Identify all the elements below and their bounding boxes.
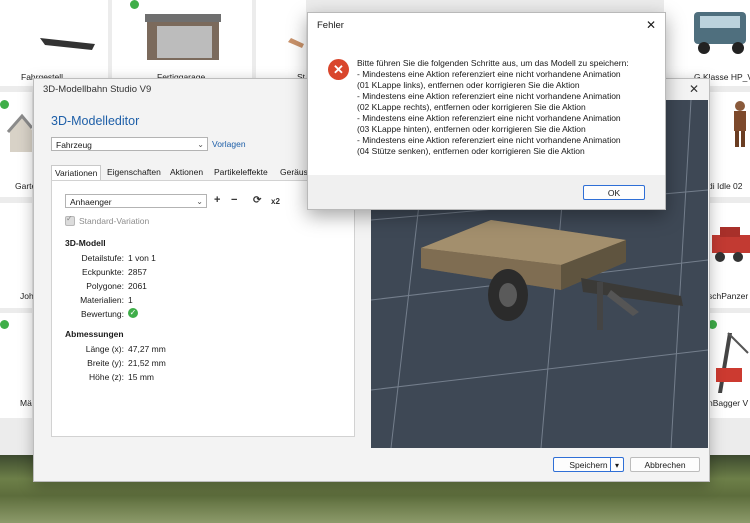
trailer-model <box>421 220 683 330</box>
catalog-label: nBagger V <box>708 398 749 408</box>
installed-indicator-icon <box>0 100 9 109</box>
field-value: 1 von 1 <box>128 253 156 263</box>
close-icon[interactable]: ✕ <box>689 82 699 96</box>
editor-window-title: 3D-Modellbahn Studio V9 <box>43 84 152 95</box>
close-icon[interactable]: ✕ <box>646 18 656 32</box>
dimensions-section-heading: Abmessungen <box>65 329 124 339</box>
dialog-title: Fehler <box>317 20 344 31</box>
variation-select[interactable]: Anhaenger ⌄ <box>65 194 207 208</box>
cancel-button[interactable]: Abbrechen <box>630 457 700 472</box>
field-label: Bewertung: <box>81 309 124 319</box>
message-line: - Mindestens eine Aktion referenziert ei… <box>357 135 621 145</box>
field-label: Länge (x): <box>85 344 124 354</box>
field-label: Eckpunkte: <box>81 267 124 277</box>
catalog-label: di Idle 02 <box>708 181 743 191</box>
message-line: (02 KLappe rechts), entfernen oder korri… <box>357 102 586 112</box>
save-button[interactable]: Speichern ▾ <box>553 457 624 472</box>
chevron-down-icon: ⌄ <box>196 197 203 206</box>
vorlagen-link[interactable]: Vorlagen <box>212 139 246 149</box>
chevron-down-icon[interactable]: ▾ <box>610 458 623 471</box>
tab-variationen[interactable]: Variationen <box>51 165 102 181</box>
category-select-value: Fahrzeug <box>56 140 92 150</box>
field-value: 1 <box>128 295 133 305</box>
field-label: Materialien: <box>80 295 124 305</box>
catalog-label: schPanzer <box>708 291 749 301</box>
remove-variation-button[interactable]: − <box>231 194 237 206</box>
field-label: Polygone: <box>86 281 124 291</box>
installed-indicator-icon <box>130 0 139 9</box>
standard-variation-checkbox[interactable] <box>65 214 75 226</box>
field-value: 15 mm <box>128 372 154 382</box>
page-title: 3D-Modelleditor <box>51 114 140 128</box>
message-line: - Mindestens eine Aktion referenziert ei… <box>357 91 621 101</box>
variationen-tab-content: Anhaenger ⌄ + − ⟳ x2 Standard-Variation … <box>51 180 355 437</box>
error-icon: ✕ <box>328 59 349 80</box>
rating-ok-icon: ✓ <box>128 308 138 318</box>
field-value: 47,27 mm <box>128 344 166 354</box>
field-value: 2857 <box>128 267 147 277</box>
message-line: (04 Stütze senken), entfernen oder korri… <box>357 146 585 156</box>
standard-variation-label: Standard-Variation <box>79 216 150 226</box>
field-value: 2061 <box>128 281 147 291</box>
catalog-label: Mä <box>20 398 32 408</box>
message-line: Bitte führen Sie die folgenden Schritte … <box>357 58 629 68</box>
catalog-label: Joh <box>20 291 34 301</box>
editor-footer: Speichern ▾ Abbrechen <box>34 448 709 481</box>
tab-geraeusche[interactable]: Geräus <box>277 165 311 180</box>
refresh-icon[interactable]: ⟳ <box>253 195 261 206</box>
ok-button[interactable]: OK <box>583 185 645 200</box>
field-label: Breite (y): <box>87 358 124 368</box>
chevron-down-icon: ⌄ <box>197 140 204 149</box>
error-dialog: Fehler ✕ ✕ Bitte führen Sie die folgende… <box>307 12 666 210</box>
variation-select-value: Anhaenger <box>70 197 112 207</box>
model-section-heading: 3D-Modell <box>65 238 106 248</box>
add-variation-button[interactable]: + <box>214 194 220 206</box>
message-line: (03 KLappe hinten), entfernen oder korri… <box>357 124 586 134</box>
tab-aktionen[interactable]: Aktionen <box>167 165 206 180</box>
message-line: (01 KLappe links), entfernen oder korrig… <box>357 80 580 90</box>
tab-eigenschaften[interactable]: Eigenschaften <box>104 165 164 180</box>
save-button-label: Speichern <box>569 460 608 470</box>
message-line: - Mindestens eine Aktion referenziert ei… <box>357 69 621 79</box>
dialog-footer: OK <box>308 175 665 209</box>
field-value: 21,52 mm <box>128 358 166 368</box>
tab-partikeleffekte[interactable]: Partikeleffekte <box>211 165 271 180</box>
installed-indicator-icon <box>0 320 9 329</box>
field-label: Detailstufe: <box>81 253 124 263</box>
field-label: Höhe (z): <box>89 372 124 382</box>
double-size-button[interactable]: x2 <box>271 197 280 206</box>
message-line: - Mindestens eine Aktion referenziert ei… <box>357 113 621 123</box>
category-select[interactable]: Fahrzeug ⌄ <box>51 137 208 151</box>
